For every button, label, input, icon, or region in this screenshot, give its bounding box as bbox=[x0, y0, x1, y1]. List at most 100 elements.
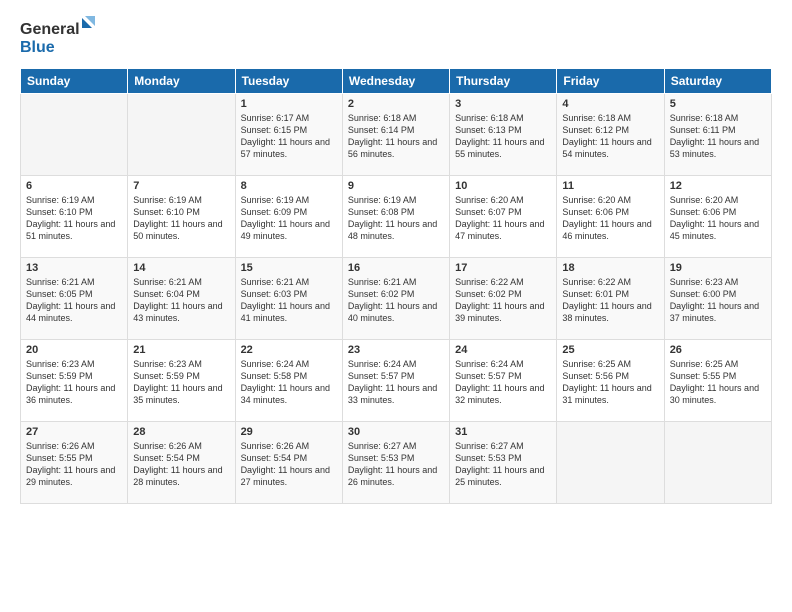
calendar-cell: 8 Sunrise: 6:19 AMSunset: 6:09 PMDaylight… bbox=[235, 176, 342, 258]
day-number: 16 bbox=[348, 262, 444, 274]
day-number: 5 bbox=[670, 98, 766, 110]
day-number: 11 bbox=[562, 180, 658, 192]
day-number: 19 bbox=[670, 262, 766, 274]
cell-info: Sunrise: 6:22 AMSunset: 6:02 PMDaylight:… bbox=[455, 276, 551, 325]
cell-info: Sunrise: 6:17 AMSunset: 6:15 PMDaylight:… bbox=[241, 112, 337, 161]
cell-info: Sunrise: 6:19 AMSunset: 6:09 PMDaylight:… bbox=[241, 194, 337, 243]
cell-info: Sunrise: 6:25 AMSunset: 5:56 PMDaylight:… bbox=[562, 358, 658, 407]
calendar-cell: 25 Sunrise: 6:25 AMSunset: 5:56 PMDayligh… bbox=[557, 340, 664, 422]
day-number: 24 bbox=[455, 344, 551, 356]
day-number: 25 bbox=[562, 344, 658, 356]
calendar-cell: 11Sunrise: 6:20 AMSunset: 6:06 PMDayligh… bbox=[557, 176, 664, 258]
column-header-tuesday: Tuesday bbox=[235, 69, 342, 94]
cell-info: Sunrise: 6:22 AMSunset: 6:01 PMDaylight:… bbox=[562, 276, 658, 325]
calendar-cell: 30 Sunrise: 6:27 AMSunset: 5:53 PMDayligh… bbox=[342, 422, 449, 504]
calendar-cell bbox=[128, 94, 235, 176]
calendar-cell: 7 Sunrise: 6:19 AMSunset: 6:10 PMDaylight… bbox=[128, 176, 235, 258]
day-number: 6 bbox=[26, 180, 122, 192]
day-number: 31 bbox=[455, 426, 551, 438]
day-number: 29 bbox=[241, 426, 337, 438]
calendar-cell: 28 Sunrise: 6:26 AMSunset: 5:54 PMDayligh… bbox=[128, 422, 235, 504]
column-header-saturday: Saturday bbox=[664, 69, 771, 94]
cell-info: Sunrise: 6:18 AMSunset: 6:12 PMDaylight:… bbox=[562, 112, 658, 161]
svg-text:Blue: Blue bbox=[20, 39, 55, 56]
calendar-cell: 3Sunrise: 6:18 AMSunset: 6:13 PMDaylight… bbox=[450, 94, 557, 176]
calendar-cell: 22 Sunrise: 6:24 AMSunset: 5:58 PMDayligh… bbox=[235, 340, 342, 422]
day-number: 30 bbox=[348, 426, 444, 438]
calendar-cell: 14 Sunrise: 6:21 AMSunset: 6:04 PMDayligh… bbox=[128, 258, 235, 340]
calendar-cell: 29 Sunrise: 6:26 AMSunset: 5:54 PMDayligh… bbox=[235, 422, 342, 504]
calendar-cell: 9 Sunrise: 6:19 AMSunset: 6:08 PMDaylight… bbox=[342, 176, 449, 258]
calendar-cell: 31 Sunrise: 6:27 AMSunset: 5:53 PMDayligh… bbox=[450, 422, 557, 504]
calendar-cell: 26 Sunrise: 6:25 AMSunset: 5:55 PMDayligh… bbox=[664, 340, 771, 422]
cell-info: Sunrise: 6:20 AMSunset: 6:07 PMDaylight:… bbox=[455, 194, 551, 243]
cell-info: Sunrise: 6:18 AMSunset: 6:14 PMDaylight:… bbox=[348, 112, 444, 161]
calendar-week-row: 1 Sunrise: 6:17 AMSunset: 6:15 PMDaylight… bbox=[21, 94, 772, 176]
day-number: 23 bbox=[348, 344, 444, 356]
calendar-cell: 21Sunrise: 6:23 AMSunset: 5:59 PMDayligh… bbox=[128, 340, 235, 422]
day-number: 2 bbox=[348, 98, 444, 110]
calendar-table: SundayMondayTuesdayWednesdayThursdayFrid… bbox=[20, 68, 772, 504]
cell-info: Sunrise: 6:26 AMSunset: 5:55 PMDaylight:… bbox=[26, 440, 122, 489]
day-number: 28 bbox=[133, 426, 229, 438]
cell-info: Sunrise: 6:23 AMSunset: 5:59 PMDaylight:… bbox=[26, 358, 122, 407]
cell-info: Sunrise: 6:27 AMSunset: 5:53 PMDaylight:… bbox=[348, 440, 444, 489]
day-number: 1 bbox=[241, 98, 337, 110]
header: GeneralBlue bbox=[20, 16, 772, 56]
calendar-cell: 4Sunrise: 6:18 AMSunset: 6:12 PMDaylight… bbox=[557, 94, 664, 176]
cell-info: Sunrise: 6:24 AMSunset: 5:58 PMDaylight:… bbox=[241, 358, 337, 407]
calendar-cell: 12Sunrise: 6:20 AMSunset: 6:06 PMDayligh… bbox=[664, 176, 771, 258]
day-number: 26 bbox=[670, 344, 766, 356]
cell-info: Sunrise: 6:21 AMSunset: 6:04 PMDaylight:… bbox=[133, 276, 229, 325]
column-header-wednesday: Wednesday bbox=[342, 69, 449, 94]
cell-info: Sunrise: 6:19 AMSunset: 6:10 PMDaylight:… bbox=[26, 194, 122, 243]
calendar-week-row: 27 Sunrise: 6:26 AMSunset: 5:55 PMDayligh… bbox=[21, 422, 772, 504]
day-number: 7 bbox=[133, 180, 229, 192]
calendar-week-row: 6 Sunrise: 6:19 AMSunset: 6:10 PMDaylight… bbox=[21, 176, 772, 258]
cell-info: Sunrise: 6:24 AMSunset: 5:57 PMDaylight:… bbox=[348, 358, 444, 407]
day-number: 8 bbox=[241, 180, 337, 192]
day-number: 14 bbox=[133, 262, 229, 274]
cell-info: Sunrise: 6:23 AMSunset: 6:00 PMDaylight:… bbox=[670, 276, 766, 325]
day-number: 9 bbox=[348, 180, 444, 192]
calendar-cell bbox=[664, 422, 771, 504]
cell-info: Sunrise: 6:27 AMSunset: 5:53 PMDaylight:… bbox=[455, 440, 551, 489]
calendar-header-row: SundayMondayTuesdayWednesdayThursdayFrid… bbox=[21, 69, 772, 94]
day-number: 20 bbox=[26, 344, 122, 356]
calendar-week-row: 13Sunrise: 6:21 AMSunset: 6:05 PMDayligh… bbox=[21, 258, 772, 340]
day-number: 18 bbox=[562, 262, 658, 274]
calendar-cell: 1 Sunrise: 6:17 AMSunset: 6:15 PMDaylight… bbox=[235, 94, 342, 176]
column-header-thursday: Thursday bbox=[450, 69, 557, 94]
cell-info: Sunrise: 6:20 AMSunset: 6:06 PMDaylight:… bbox=[670, 194, 766, 243]
calendar-cell: 10 Sunrise: 6:20 AMSunset: 6:07 PMDayligh… bbox=[450, 176, 557, 258]
generalblue-logo-icon: GeneralBlue bbox=[20, 16, 100, 56]
calendar-cell: 20 Sunrise: 6:23 AMSunset: 5:59 PMDayligh… bbox=[21, 340, 128, 422]
svg-text:General: General bbox=[20, 21, 80, 38]
day-number: 10 bbox=[455, 180, 551, 192]
calendar-cell: 15Sunrise: 6:21 AMSunset: 6:03 PMDayligh… bbox=[235, 258, 342, 340]
calendar-cell: 19 Sunrise: 6:23 AMSunset: 6:00 PMDayligh… bbox=[664, 258, 771, 340]
cell-info: Sunrise: 6:19 AMSunset: 6:10 PMDaylight:… bbox=[133, 194, 229, 243]
day-number: 17 bbox=[455, 262, 551, 274]
calendar-cell: 24Sunrise: 6:24 AMSunset: 5:57 PMDayligh… bbox=[450, 340, 557, 422]
cell-info: Sunrise: 6:21 AMSunset: 6:03 PMDaylight:… bbox=[241, 276, 337, 325]
calendar-cell: 2 Sunrise: 6:18 AMSunset: 6:14 PMDaylight… bbox=[342, 94, 449, 176]
logo: GeneralBlue bbox=[20, 16, 100, 56]
cell-info: Sunrise: 6:23 AMSunset: 5:59 PMDaylight:… bbox=[133, 358, 229, 407]
calendar-cell: 17 Sunrise: 6:22 AMSunset: 6:02 PMDayligh… bbox=[450, 258, 557, 340]
day-number: 3 bbox=[455, 98, 551, 110]
calendar-cell: 6 Sunrise: 6:19 AMSunset: 6:10 PMDaylight… bbox=[21, 176, 128, 258]
calendar-cell bbox=[21, 94, 128, 176]
cell-info: Sunrise: 6:19 AMSunset: 6:08 PMDaylight:… bbox=[348, 194, 444, 243]
day-number: 27 bbox=[26, 426, 122, 438]
calendar-cell bbox=[557, 422, 664, 504]
day-number: 22 bbox=[241, 344, 337, 356]
column-header-sunday: Sunday bbox=[21, 69, 128, 94]
calendar-week-row: 20 Sunrise: 6:23 AMSunset: 5:59 PMDayligh… bbox=[21, 340, 772, 422]
cell-info: Sunrise: 6:26 AMSunset: 5:54 PMDaylight:… bbox=[241, 440, 337, 489]
cell-info: Sunrise: 6:25 AMSunset: 5:55 PMDaylight:… bbox=[670, 358, 766, 407]
calendar-cell: 27 Sunrise: 6:26 AMSunset: 5:55 PMDayligh… bbox=[21, 422, 128, 504]
calendar-cell: 16Sunrise: 6:21 AMSunset: 6:02 PMDayligh… bbox=[342, 258, 449, 340]
cell-info: Sunrise: 6:26 AMSunset: 5:54 PMDaylight:… bbox=[133, 440, 229, 489]
column-header-monday: Monday bbox=[128, 69, 235, 94]
